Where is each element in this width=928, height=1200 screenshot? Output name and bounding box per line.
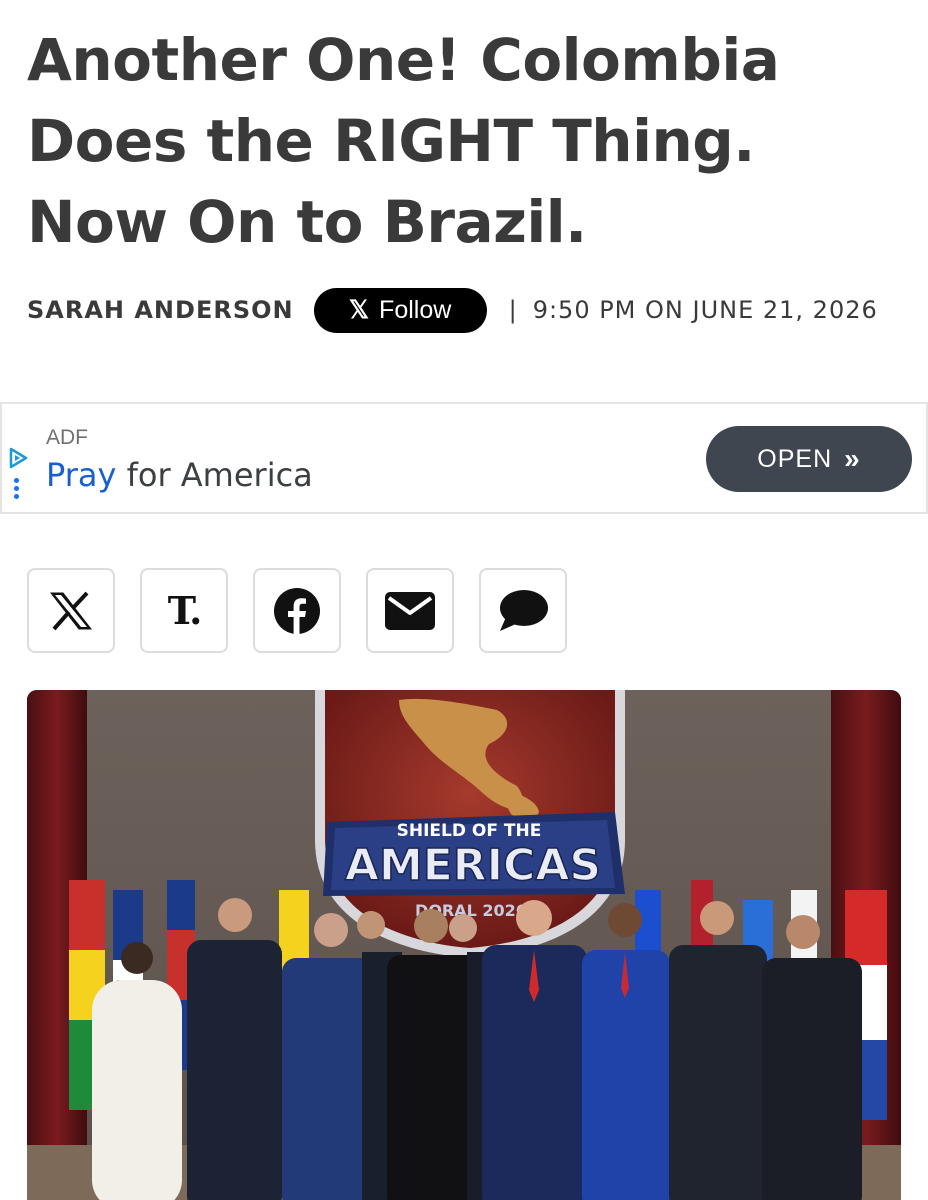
follow-on-x-button[interactable]: 𝕏 Follow xyxy=(313,287,487,333)
share-facebook-button[interactable] xyxy=(253,568,341,653)
adchoices-icon[interactable] xyxy=(8,446,30,470)
byline-separator: | xyxy=(508,296,517,324)
email-icon xyxy=(385,591,435,630)
emblem-line-1: SHIELD OF THE xyxy=(397,821,542,841)
article-headline: Another One! Colombia Does the RIGHT Thi… xyxy=(27,26,780,256)
summit-photo-illustration: SHIELD OF THE AMERICAS DORAL 2026 xyxy=(27,690,901,1200)
ad-open-label: OPEN xyxy=(757,444,833,473)
facebook-icon xyxy=(274,587,320,634)
article-page: Another One! Colombia Does the RIGHT Thi… xyxy=(0,0,928,1200)
ad-banner[interactable]: ADF Pray for America OPEN » xyxy=(0,402,928,514)
ad-text-rest: for America xyxy=(116,456,313,494)
x-logo-icon xyxy=(49,591,93,630)
author-name[interactable]: SARAH ANDERSON xyxy=(27,296,294,324)
article-photo: SHIELD OF THE AMERICAS DORAL 2026 xyxy=(27,690,901,1200)
double-chevron-right-icon: » xyxy=(844,443,861,474)
comment-icon xyxy=(500,589,548,631)
share-buttons: T. xyxy=(27,568,567,653)
ad-text[interactable]: Pray for America xyxy=(46,456,313,494)
publish-timestamp: 9:50 PM ON JUNE 21, 2026 xyxy=(532,296,878,324)
x-logo-icon: 𝕏 xyxy=(348,296,370,324)
ad-options-icon[interactable] xyxy=(14,478,20,502)
ad-open-button[interactable]: OPEN » xyxy=(706,426,912,492)
share-email-button[interactable] xyxy=(366,568,454,653)
ad-source: ADF xyxy=(46,426,88,449)
truth-social-icon: T. xyxy=(167,588,203,633)
share-truth-social-button[interactable]: T. xyxy=(140,568,228,653)
share-comment-button[interactable] xyxy=(479,568,567,653)
emblem-line-2: AMERICAS xyxy=(345,840,601,891)
follow-label: Follow xyxy=(379,295,452,324)
ad-text-highlight: Pray xyxy=(46,456,117,494)
share-x-button[interactable] xyxy=(27,568,115,653)
byline: SARAH ANDERSON 𝕏 Follow | 9:50 PM ON JUN… xyxy=(27,286,907,334)
